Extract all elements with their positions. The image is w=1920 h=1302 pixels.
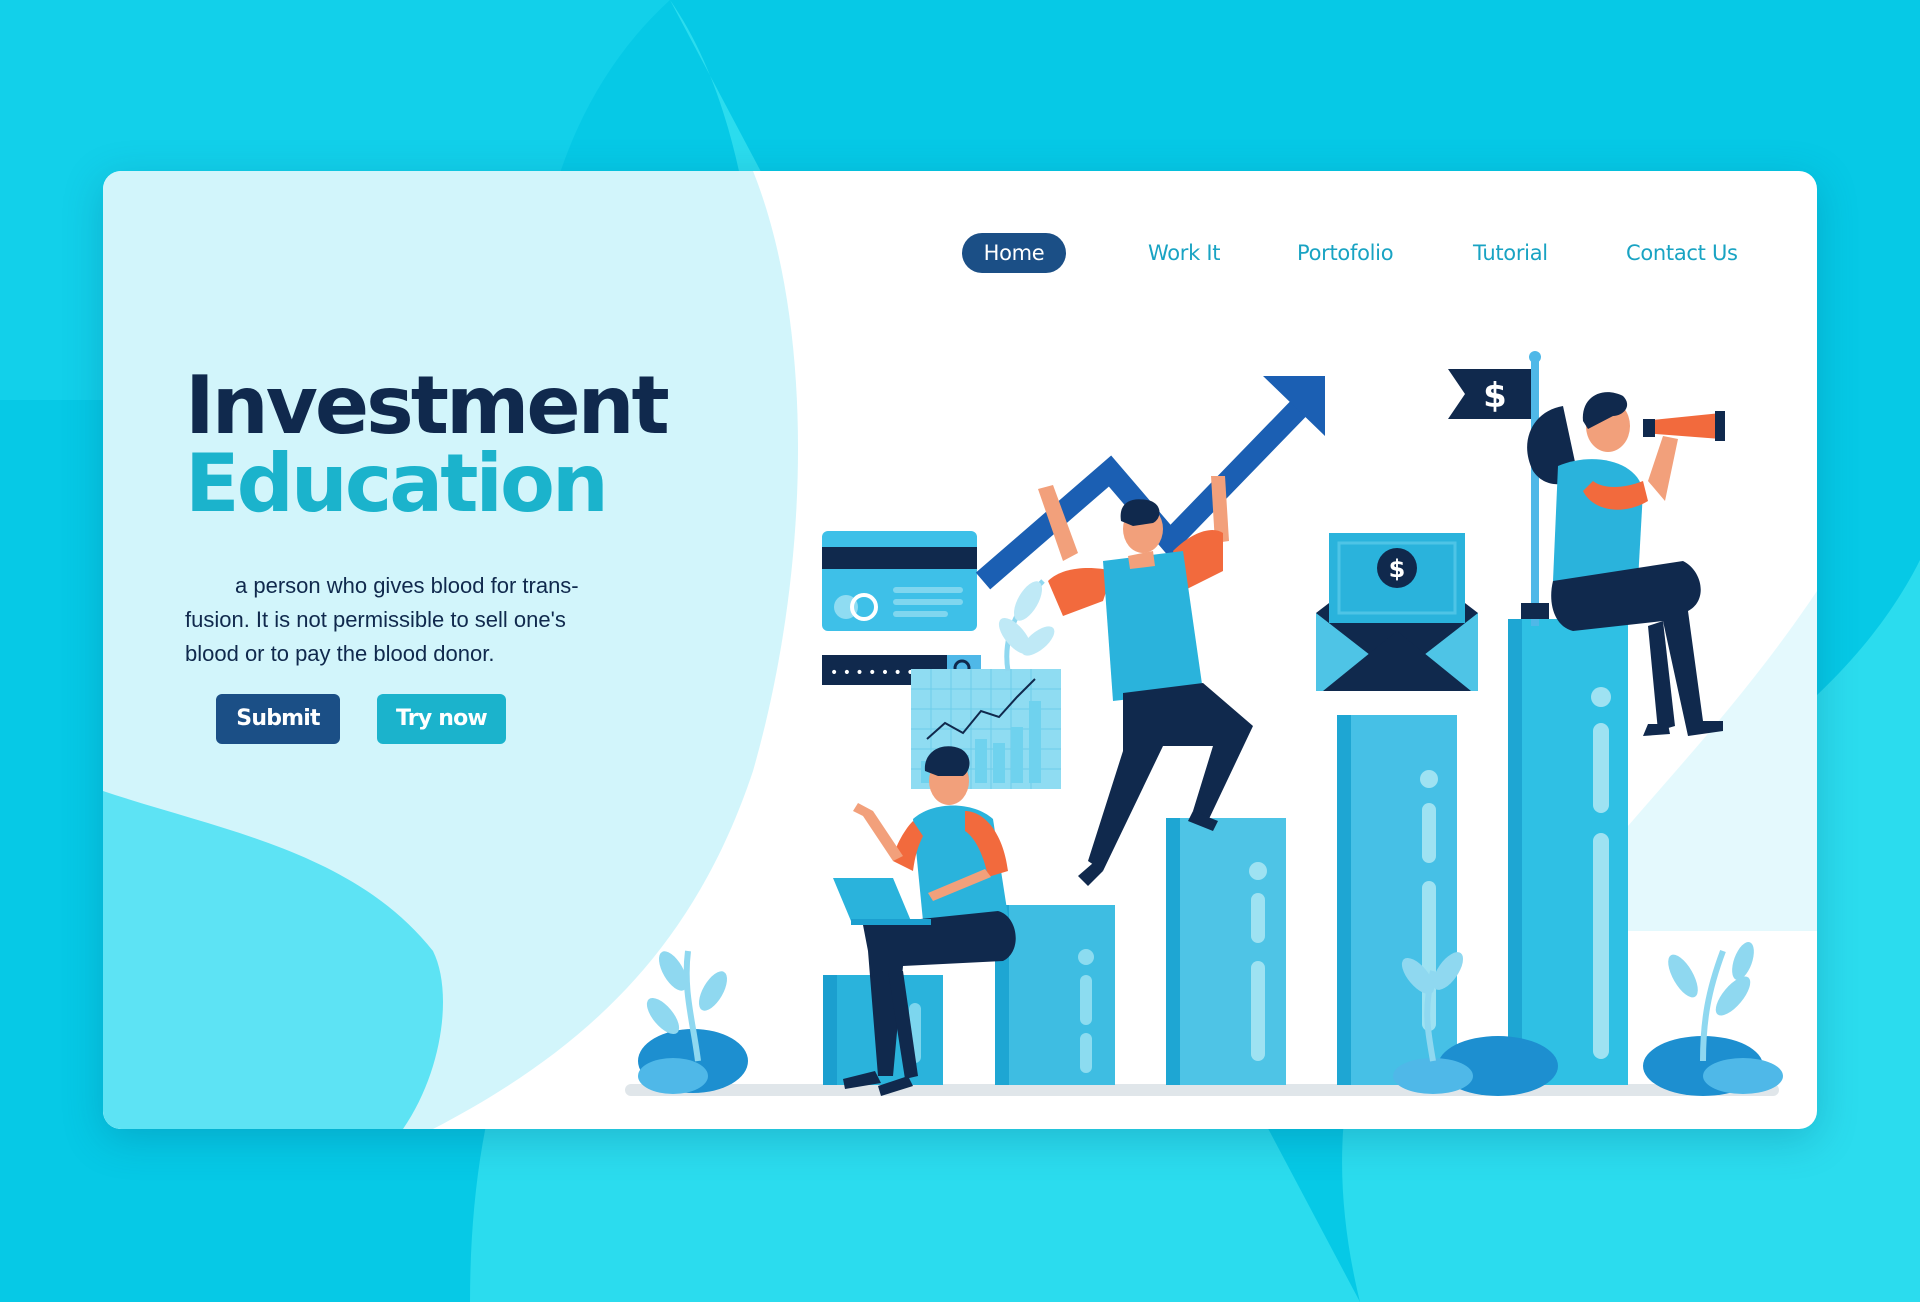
credit-card-icon [822, 531, 977, 631]
landing-card: Home Work It Portofolio Tutorial Contact… [103, 171, 1817, 1129]
growth-arrow-icon [975, 376, 1325, 590]
ground-line [625, 1084, 1779, 1096]
leaf-icon [638, 950, 748, 1094]
svg-text:$: $ [1389, 555, 1406, 583]
telescope-icon [1643, 411, 1725, 441]
laptop-icon [833, 878, 931, 925]
investment-illustration: • • • • • • • $ $ [625, 351, 1783, 1096]
leaf-icon [998, 579, 1055, 672]
svg-text:• • • • • • •: • • • • • • • [830, 665, 915, 681]
svg-text:$: $ [1483, 376, 1507, 416]
money-envelope-icon: $ [1316, 533, 1478, 691]
